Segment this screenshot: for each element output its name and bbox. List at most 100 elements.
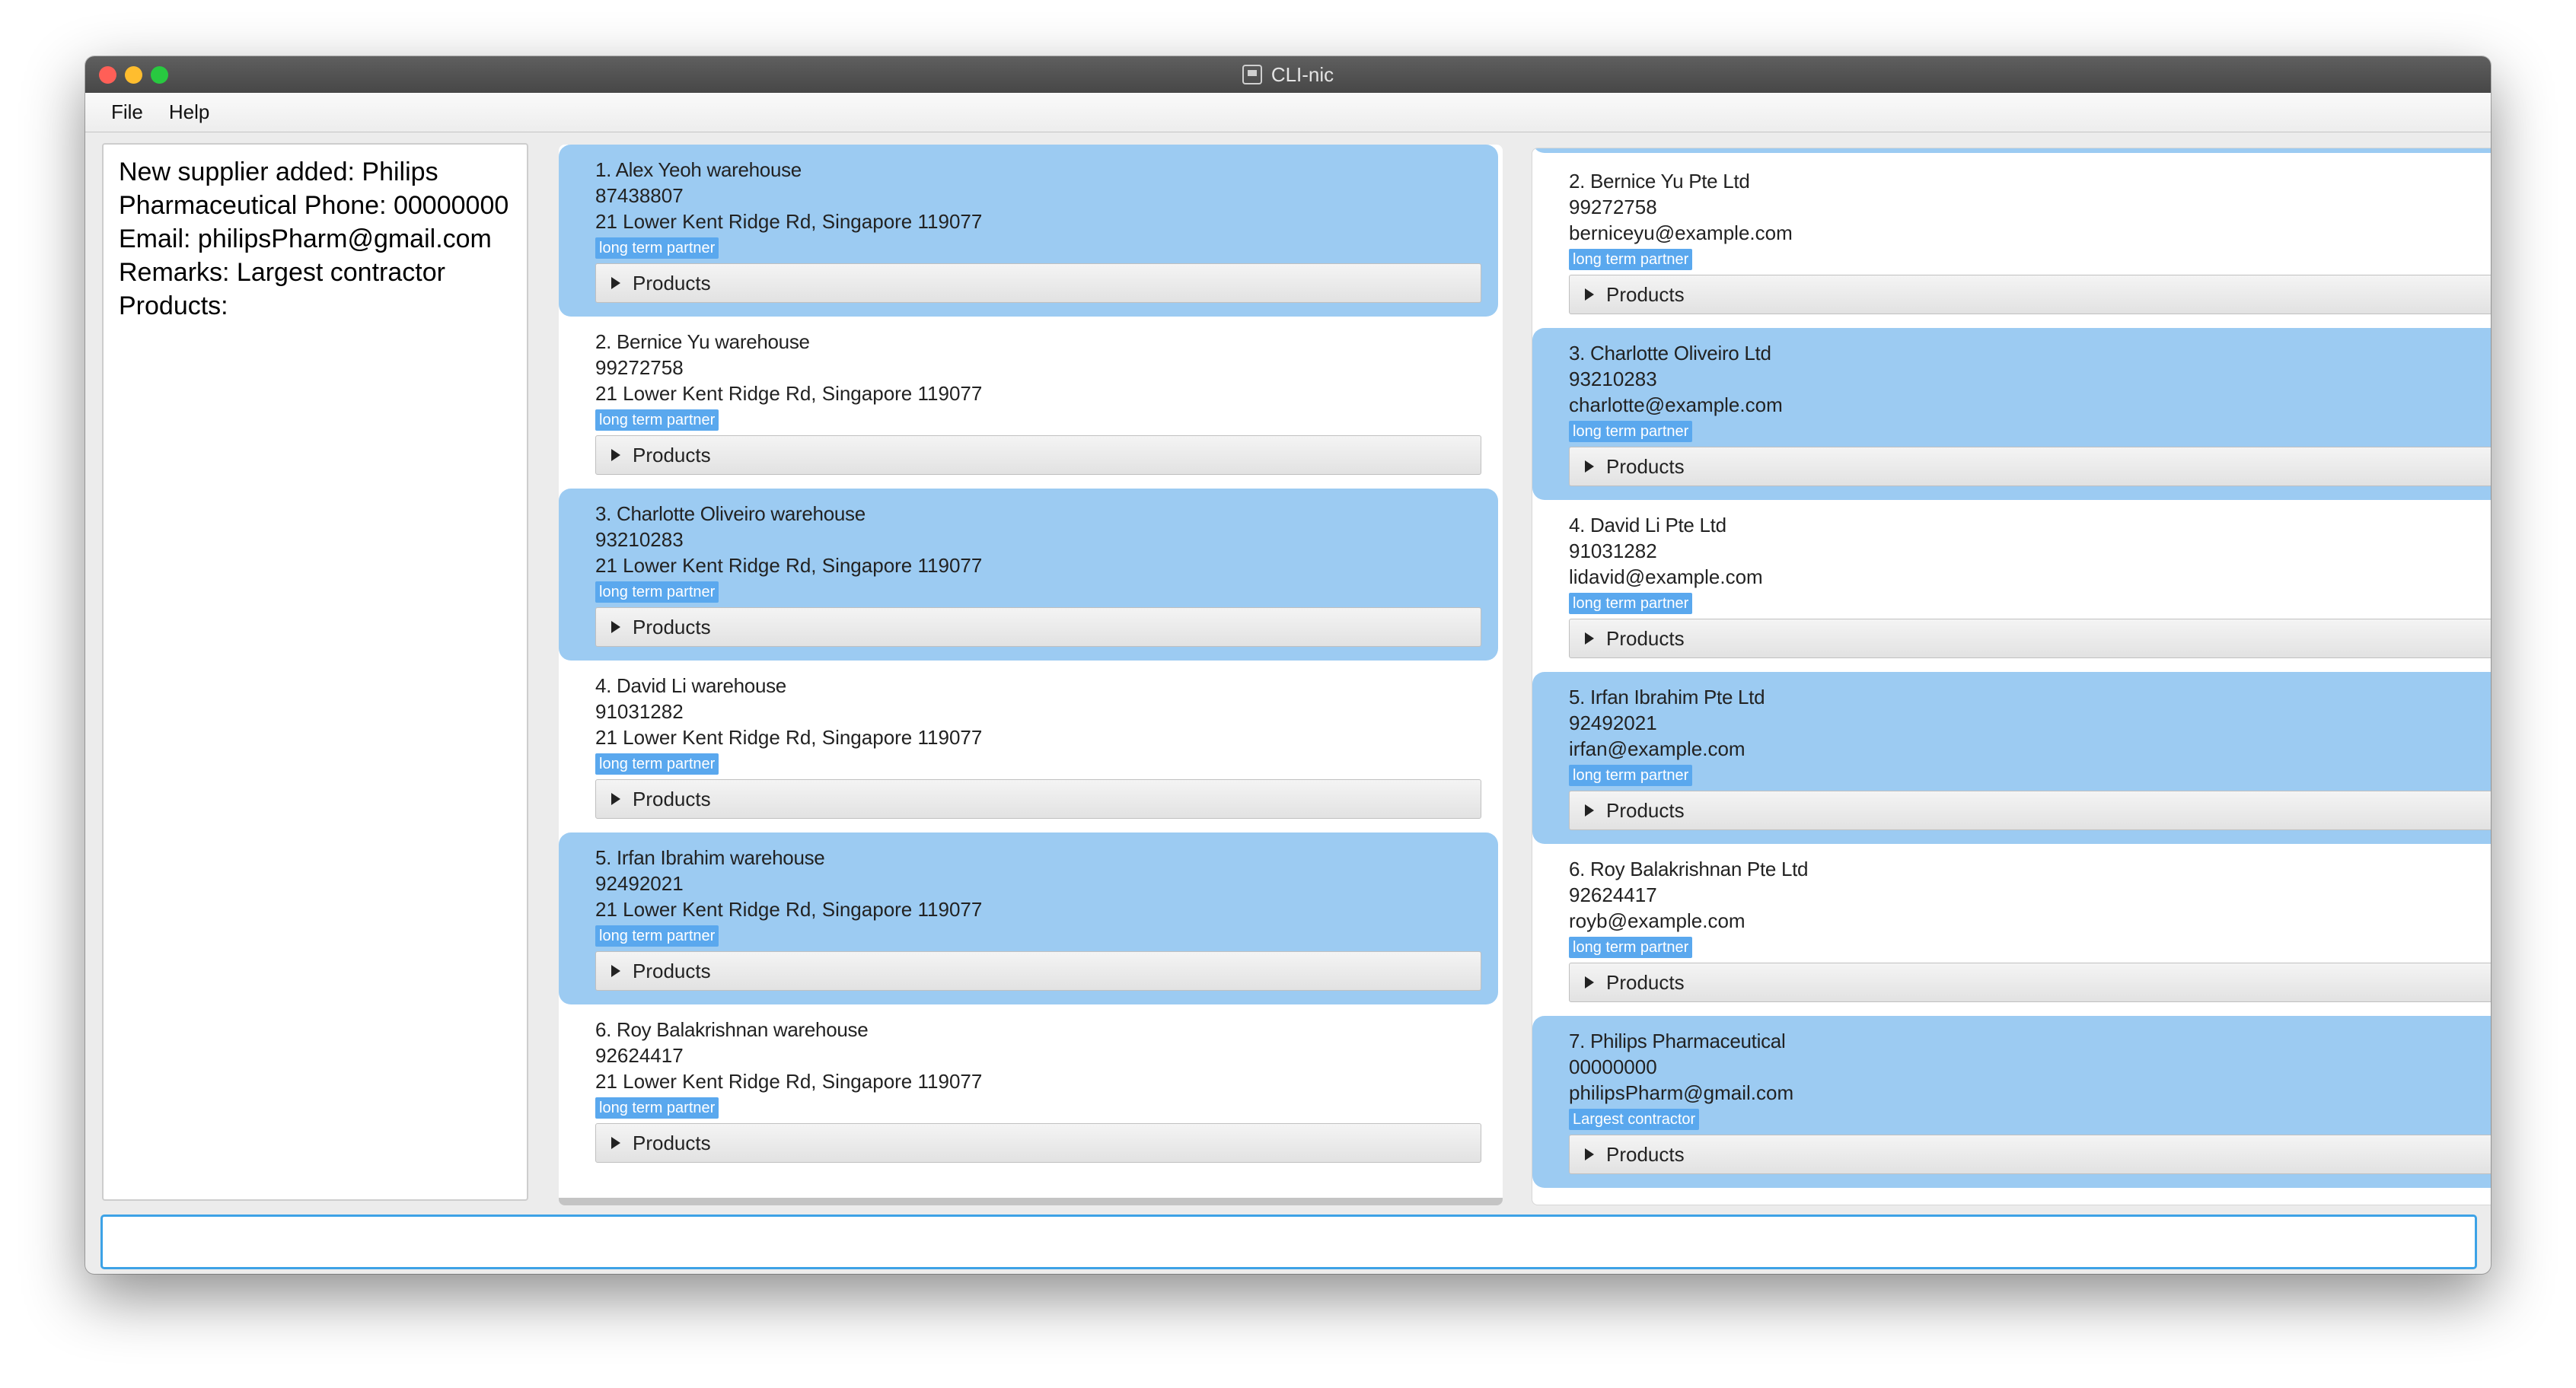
warehouse-phone: 91031282: [595, 700, 684, 723]
warehouse-list-panel[interactable]: 1. Alex Yeoh warehouse 87438807 21 Lower…: [559, 145, 1503, 1205]
products-label: Products: [1606, 282, 1685, 306]
expand-caret-icon: [1585, 976, 1594, 988]
products-label: Products: [1606, 970, 1685, 994]
expand-caret-icon: [611, 965, 620, 977]
warehouse-card[interactable]: 5. Irfan Ibrahim warehouse 92492021 21 L…: [559, 832, 1498, 1004]
supplier-card[interactable]: 4. David Li Pte Ltd 91031282 lidavid@exa…: [1532, 500, 2491, 672]
warehouse-name: 6. Roy Balakrishnan warehouse: [595, 1018, 869, 1041]
products-toggle[interactable]: Products: [595, 263, 1481, 303]
app-icon: [1242, 65, 1262, 84]
supplier-phone: 99272758: [1569, 196, 1657, 218]
menu-file[interactable]: File: [111, 100, 143, 124]
supplier-phone: 93210283: [1569, 368, 1657, 390]
remark-tag: long term partner: [1569, 249, 1693, 270]
products-toggle[interactable]: Products: [595, 607, 1481, 647]
remark-tag: long term partner: [1569, 937, 1693, 958]
products-toggle[interactable]: Products: [595, 951, 1481, 991]
remark-tag: long term partner: [595, 753, 719, 775]
warehouse-phone: 93210283: [595, 528, 684, 551]
supplier-email: philipsPharm@gmail.com: [1569, 1081, 1794, 1104]
products-toggle[interactable]: Products: [595, 1123, 1481, 1163]
window-title-area: CLI-nic: [85, 56, 2491, 93]
menu-help[interactable]: Help: [169, 100, 209, 124]
supplier-name: 6. Roy Balakrishnan Pte Ltd: [1569, 858, 1809, 880]
title-bar: CLI-nic: [85, 56, 2491, 93]
products-label: Products: [1606, 1142, 1685, 1166]
products-label: Products: [1606, 454, 1685, 478]
expand-caret-icon: [611, 449, 620, 461]
window-title: CLI-nic: [1270, 62, 1334, 86]
products-toggle[interactable]: Products: [1569, 963, 2491, 1002]
products-toggle[interactable]: Products: [1569, 619, 2491, 658]
remark-tag: long term partner: [1569, 765, 1693, 786]
warehouse-phone: 92492021: [595, 872, 684, 895]
warehouse-name: 3. Charlotte Oliveiro warehouse: [595, 502, 866, 525]
warehouse-name: 2. Bernice Yu warehouse: [595, 330, 810, 353]
warehouse-address: 21 Lower Kent Ridge Rd, Singapore 119077: [595, 1070, 983, 1093]
supplier-phone: 91031282: [1569, 540, 1657, 562]
products-toggle[interactable]: Products: [1569, 791, 2491, 830]
remark-tag: Largest contractor: [1569, 1109, 1700, 1130]
products-label: Products: [633, 1131, 711, 1154]
supplier-name: 4. David Li Pte Ltd: [1569, 514, 1726, 536]
warehouse-phone: 99272758: [595, 356, 684, 379]
supplier-name: 7. Philips Pharmaceutical: [1569, 1030, 1786, 1052]
warehouse-card[interactable]: 3. Charlotte Oliveiro warehouse 93210283…: [559, 489, 1498, 661]
warehouse-name: 4. David Li warehouse: [595, 674, 786, 697]
products-label: Products: [633, 959, 711, 982]
products-label: Products: [1606, 798, 1685, 822]
menu-bar: File Help: [85, 93, 2491, 132]
supplier-list-panel[interactable]: 2. Bernice Yu Pte Ltd 99272758 berniceyu…: [1532, 148, 2491, 1205]
app-window: CLI-nic File Help New supplier added: Ph…: [85, 56, 2491, 1274]
warehouse-phone: 87438807: [595, 184, 684, 207]
products-toggle[interactable]: Products: [595, 435, 1481, 475]
result-display: New supplier added: Philips Pharmaceutic…: [102, 143, 528, 1201]
expand-caret-icon: [1585, 460, 1594, 473]
supplier-card-partial: [1532, 148, 2491, 153]
warehouse-name: 5. Irfan Ibrahim warehouse: [595, 846, 825, 869]
supplier-email: lidavid@example.com: [1569, 565, 1763, 588]
remark-tag: long term partner: [595, 581, 719, 603]
warehouse-card[interactable]: 4. David Li warehouse 91031282 21 Lower …: [559, 661, 1498, 832]
supplier-phone: 92492021: [1569, 712, 1657, 734]
expand-caret-icon: [1585, 632, 1594, 645]
products-toggle[interactable]: Products: [595, 779, 1481, 819]
products-label: Products: [633, 787, 711, 810]
supplier-card[interactable]: 7. Philips Pharmaceutical 00000000 phili…: [1532, 1016, 2491, 1188]
warehouse-address: 21 Lower Kent Ridge Rd, Singapore 119077: [595, 726, 983, 749]
warehouse-card[interactable]: 1. Alex Yeoh warehouse 87438807 21 Lower…: [559, 145, 1498, 317]
products-toggle[interactable]: Products: [1569, 275, 2491, 314]
warehouse-phone: 92624417: [595, 1044, 684, 1067]
expand-caret-icon: [611, 277, 620, 289]
products-label: Products: [633, 443, 711, 466]
command-input[interactable]: [100, 1214, 2477, 1269]
supplier-name: 3. Charlotte Oliveiro Ltd: [1569, 342, 1771, 365]
remark-tag: long term partner: [1569, 421, 1693, 442]
warehouse-card[interactable]: 2. Bernice Yu warehouse 99272758 21 Lowe…: [559, 317, 1498, 489]
warehouse-card[interactable]: 6. Roy Balakrishnan warehouse 92624417 2…: [559, 1004, 1498, 1176]
supplier-name: 2. Bernice Yu Pte Ltd: [1569, 170, 1750, 193]
remark-tag: long term partner: [1569, 593, 1693, 614]
expand-caret-icon: [611, 1137, 620, 1149]
products-toggle[interactable]: Products: [1569, 447, 2491, 486]
supplier-email: charlotte@example.com: [1569, 393, 1783, 416]
supplier-card[interactable]: 2. Bernice Yu Pte Ltd 99272758 berniceyu…: [1532, 156, 2491, 328]
expand-caret-icon: [611, 621, 620, 633]
supplier-card[interactable]: 5. Irfan Ibrahim Pte Ltd 92492021 irfan@…: [1532, 672, 2491, 844]
supplier-name: 5. Irfan Ibrahim Pte Ltd: [1569, 686, 1765, 708]
supplier-phone: 00000000: [1569, 1055, 1657, 1078]
warehouse-address: 21 Lower Kent Ridge Rd, Singapore 119077: [595, 898, 983, 921]
remark-tag: long term partner: [595, 237, 719, 259]
supplier-card[interactable]: 3. Charlotte Oliveiro Ltd 93210283 charl…: [1532, 328, 2491, 500]
products-toggle[interactable]: Products: [1569, 1135, 2491, 1174]
expand-caret-icon: [1585, 288, 1594, 301]
warehouse-address: 21 Lower Kent Ridge Rd, Singapore 119077: [595, 554, 983, 577]
supplier-card[interactable]: 6. Roy Balakrishnan Pte Ltd 92624417 roy…: [1532, 844, 2491, 1016]
products-label: Products: [633, 271, 711, 294]
supplier-email: royb@example.com: [1569, 909, 1745, 932]
remark-tag: long term partner: [595, 1097, 719, 1119]
products-label: Products: [633, 615, 711, 638]
expand-caret-icon: [1585, 804, 1594, 817]
warehouse-address: 21 Lower Kent Ridge Rd, Singapore 119077: [595, 210, 983, 233]
products-label: Products: [1606, 626, 1685, 650]
